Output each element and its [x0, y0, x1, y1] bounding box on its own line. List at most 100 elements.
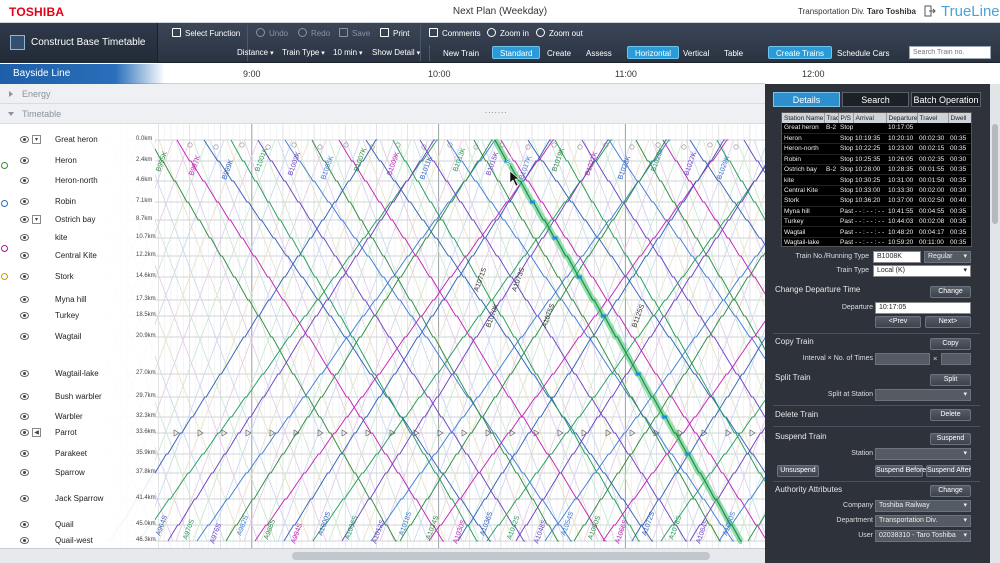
prev-button[interactable]: <Prev	[875, 316, 921, 328]
visibility-eye-icon[interactable]	[20, 216, 29, 223]
station-row[interactable]: Sparrow 37.8km	[0, 466, 156, 480]
table-row[interactable]: Wagtail Past - - : - - : - -10:48:20 00:04:…	[782, 226, 971, 238]
standard-mode-button[interactable]: Standard	[492, 46, 541, 59]
vertical-view-button[interactable]: Vertical	[675, 46, 717, 59]
column-header[interactable]: Dwell	[948, 113, 971, 123]
copy-button[interactable]: Copy	[930, 338, 971, 350]
running-type-select[interactable]: Regular ▾	[924, 251, 971, 263]
timetable-section-toggle[interactable]: Timetable	[0, 104, 765, 124]
select-function-button[interactable]: Select Function	[172, 28, 240, 38]
expand-arrow-icon[interactable]: ▾	[32, 135, 41, 144]
station-row[interactable]: Quail 45.0km	[0, 518, 156, 532]
copy-count-input[interactable]	[941, 353, 971, 365]
visibility-eye-icon[interactable]	[20, 429, 29, 436]
tab-search[interactable]: Search	[842, 92, 909, 107]
comments-button[interactable]: Comments	[429, 28, 481, 38]
undo-button[interactable]: Undo	[256, 28, 288, 38]
suspend-after-button[interactable]: Suspend After	[926, 465, 971, 477]
column-header[interactable]: Track	[824, 113, 839, 123]
visibility-eye-icon[interactable]	[20, 333, 29, 340]
station-row[interactable]: Stork 14.6km	[0, 270, 156, 284]
new-train-button[interactable]: New Train	[435, 46, 487, 59]
tab-batch-operation[interactable]: Batch Operation	[911, 92, 981, 107]
station-row[interactable]: ◀ Parrot 33.6km	[0, 426, 156, 440]
visibility-eye-icon[interactable]	[20, 312, 29, 319]
save-button[interactable]: Save	[339, 28, 370, 38]
train-type-dropdown[interactable]: Train Type	[282, 46, 325, 59]
station-row[interactable]: Warbler 32.3km	[0, 410, 156, 424]
visibility-eye-icon[interactable]	[20, 296, 29, 303]
splitter-grip-icon[interactable]: .......	[485, 106, 508, 115]
visibility-eye-icon[interactable]	[20, 370, 29, 377]
column-header[interactable]: Departure	[886, 113, 918, 123]
panel-scrollbar[interactable]	[990, 84, 1000, 563]
visibility-eye-icon[interactable]	[20, 413, 29, 420]
authority-change-button[interactable]: Change	[930, 485, 971, 497]
table-row[interactable]: Central Kite Stop 10:33:00 10:33:30 00:02:00…	[782, 185, 971, 197]
visibility-eye-icon[interactable]	[20, 393, 29, 400]
visibility-eye-icon[interactable]	[20, 495, 29, 502]
change-departure-button[interactable]: Change	[930, 286, 971, 298]
table-row[interactable]: kite Stop 10:30:25 10:31:00 00:01:50 00:35	[782, 174, 971, 186]
table-view-button[interactable]: Table	[716, 46, 751, 59]
distance-dropdown[interactable]: Distance	[237, 46, 274, 59]
scrollbar-thumb[interactable]	[992, 124, 998, 224]
suspend-station-select[interactable]: ▾	[875, 448, 971, 460]
zoom-out-button[interactable]: Zoom out	[536, 28, 583, 38]
train-type-select[interactable]: Local (K) ▾	[873, 265, 971, 277]
visibility-eye-icon[interactable]	[20, 450, 29, 457]
visibility-eye-icon[interactable]	[20, 136, 29, 143]
zoom-in-button[interactable]: Zoom in	[487, 28, 529, 38]
company-select[interactable]: Toshiba Railway ▾	[875, 500, 971, 512]
visibility-eye-icon[interactable]	[20, 177, 29, 184]
print-button[interactable]: Print	[380, 28, 409, 38]
departure-time-input[interactable]: 10:17:05	[875, 302, 971, 314]
delete-button[interactable]: Delete	[930, 409, 971, 421]
train-search-input[interactable]	[909, 46, 991, 59]
station-row[interactable]: Bush warbler 29.7km	[0, 390, 156, 404]
visibility-eye-icon[interactable]	[20, 252, 29, 259]
department-select[interactable]: Transportation Div. ▾	[875, 515, 971, 527]
suspend-button[interactable]: Suspend	[930, 433, 971, 445]
station-row[interactable]: Robin 7.1km	[0, 195, 155, 209]
visibility-eye-icon[interactable]	[20, 469, 29, 476]
suspend-before-button[interactable]: Suspend Before	[875, 465, 926, 477]
create-trains-button[interactable]: Create Trains	[768, 46, 833, 59]
energy-section-toggle[interactable]: Energy	[0, 84, 765, 104]
station-row[interactable]: ▾ Great heron 0.0km	[0, 133, 155, 147]
table-row[interactable]: Wagtail-lake Past - - : - - : - -10:59:20 0…	[782, 237, 971, 246]
train-no-field[interactable]: B1008K	[873, 251, 921, 263]
table-row[interactable]: Great heron B-2 Stop 10:17:05	[782, 123, 971, 134]
schedule-cars-button[interactable]: Schedule Cars	[829, 46, 897, 59]
expand-arrow-icon[interactable]: ▾	[32, 215, 41, 224]
unsuspend-button[interactable]: Unsuspend	[777, 465, 819, 477]
station-row[interactable]: Central Kite 12.2km	[0, 249, 156, 263]
table-row[interactable]: Stork Stop 10:36:20 10:37:00 00:02:50 00:40	[782, 195, 971, 207]
tab-details[interactable]: Details	[773, 92, 840, 107]
split-station-select[interactable]: ▾	[875, 389, 971, 401]
station-row[interactable]: Quail-west 46.3km	[0, 534, 156, 548]
table-row[interactable]: Myna hill Past - - : - - : - -10:41:55 00:0…	[782, 206, 971, 218]
table-row[interactable]: Turkey Past - - : - - : - -10:44:03 00:02:0…	[782, 216, 971, 228]
visibility-eye-icon[interactable]	[20, 537, 29, 544]
station-row[interactable]: kite 10.7km	[0, 231, 156, 245]
horizontal-view-button[interactable]: Horizontal	[627, 46, 680, 59]
interval-dropdown[interactable]: 10 min	[333, 46, 362, 59]
interval-input[interactable]	[875, 353, 930, 365]
table-row[interactable]: Robin Stop 10:25:35 10:26:05 00:02:35 00:30	[782, 154, 971, 166]
station-row[interactable]: Heron 2.4km	[0, 154, 155, 168]
visibility-eye-icon[interactable]	[20, 157, 29, 164]
station-row[interactable]: Turkey 18.5km	[0, 309, 156, 323]
column-header[interactable]: Arrival	[853, 113, 887, 123]
station-row[interactable]: ▾ Ostrich bay 8.7km	[0, 213, 155, 227]
logout-icon[interactable]	[924, 5, 936, 17]
station-row[interactable]: Myna hill 17.3km	[0, 293, 156, 307]
show-detail-dropdown[interactable]: Show Detail	[372, 46, 420, 59]
column-header[interactable]: P/S	[838, 113, 854, 123]
table-row[interactable]: Heron-north Stop 10:22:25 10:23:00 00:02:15 0…	[782, 143, 971, 155]
station-row[interactable]: Wagtail 20.9km	[0, 330, 156, 344]
station-row[interactable]: Wagtail-lake 27.0km	[0, 367, 156, 381]
station-row[interactable]: Heron-north 4.6km	[0, 174, 155, 188]
horizontal-scrollbar[interactable]	[0, 548, 765, 563]
visibility-eye-icon[interactable]	[20, 198, 29, 205]
